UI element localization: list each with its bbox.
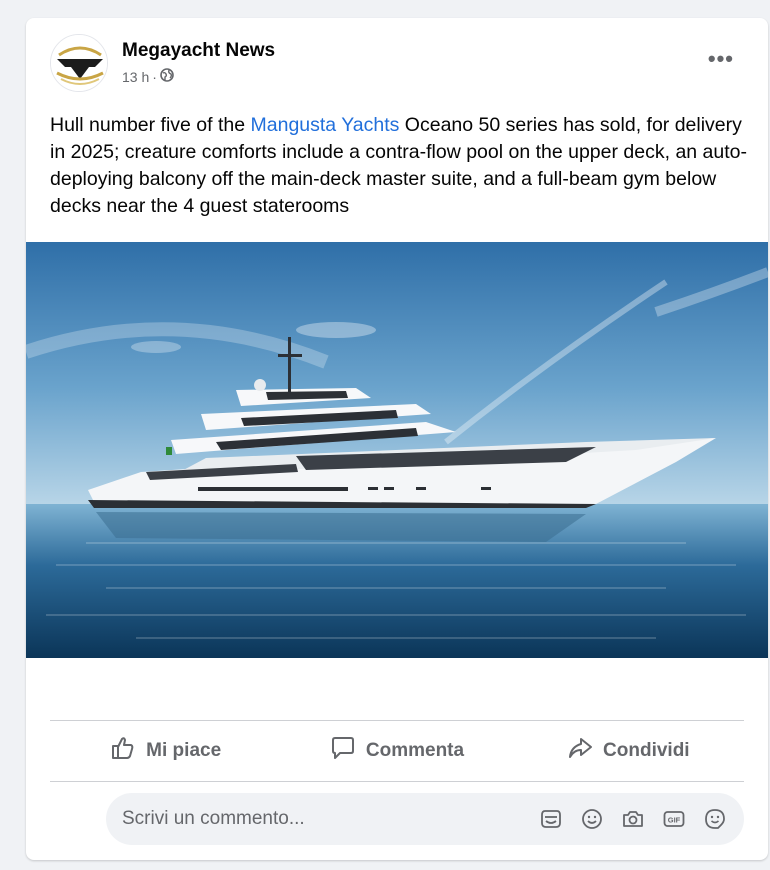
mangusta-yachts-link[interactable]: Mangusta Yachts [251,114,400,136]
globe-icon [160,68,174,85]
page-name[interactable]: Megayacht News [122,40,275,62]
share-label: Condividi [603,740,690,761]
comment-label: Commenta [365,740,465,761]
avatar-sticker-icon[interactable] [537,806,564,833]
comment-button[interactable]: Commenta [281,722,512,780]
post-header: Megayacht News 13 h · ••• [26,18,768,113]
comment-input[interactable] [122,808,537,830]
actions-divider-top [50,720,744,721]
share-button[interactable]: Condividi [513,722,744,780]
post-time[interactable]: 13 h [122,69,149,85]
svg-text:GIF: GIF [667,816,680,825]
actions-divider-bottom [50,781,744,782]
post-card: Megayacht News 13 h · ••• Hull number fi… [26,18,768,860]
thumbs-up-icon [110,735,136,767]
share-arrow-icon [567,735,593,767]
page-avatar[interactable] [50,34,108,92]
like-label: Mi piace [146,740,222,761]
meta-separator: · [152,68,157,85]
comment-bubble-icon [330,735,356,767]
camera-icon[interactable] [619,806,646,833]
post-text: Hull number five of the Mangusta Yachts … [50,112,750,220]
gif-icon[interactable]: GIF [660,806,687,833]
post-text-before-link: Hull number five of the [50,114,251,136]
post-meta: 13 h · [122,68,174,85]
emoji-icon[interactable] [578,806,605,833]
comment-composer: GIF [106,793,744,845]
yacht-photo[interactable] [26,242,768,658]
post-actions: Mi piace Commenta Condividi [50,722,744,780]
more-options-button[interactable]: ••• [708,48,734,70]
like-button[interactable]: Mi piace [50,722,281,780]
sticker-icon[interactable] [701,806,728,833]
comment-tools: GIF [537,806,728,833]
